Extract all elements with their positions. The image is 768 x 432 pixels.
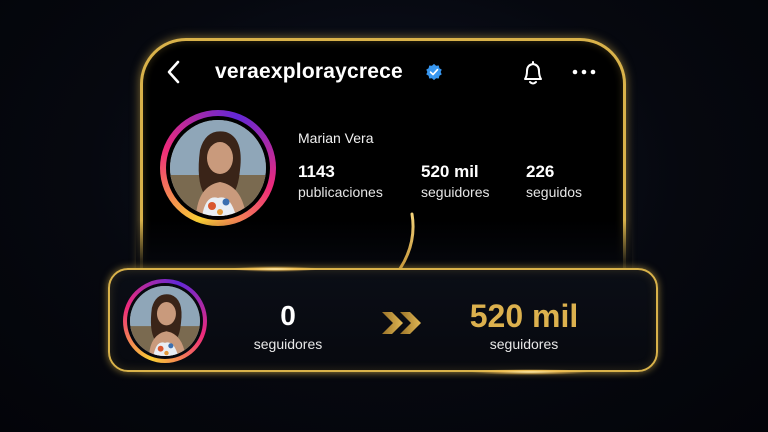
to-followers-label: seguidores <box>489 336 559 352</box>
stat-posts-value: 1143 <box>298 162 335 181</box>
card-avatar-gap <box>127 283 203 359</box>
profile-username: veraexploraycrece <box>215 60 403 83</box>
verified-badge-icon <box>426 63 442 81</box>
more-options-icon[interactable] <box>572 69 596 75</box>
profile-avatar[interactable] <box>160 110 276 226</box>
double-chevron-icon <box>382 312 421 334</box>
avatar-portrait-icon <box>170 120 266 216</box>
avatar-photo <box>170 120 266 216</box>
profile-display-name: Marian Vera <box>298 130 374 146</box>
from-followers-value: 0 <box>280 300 296 331</box>
avatar-gap <box>166 116 270 220</box>
card-avatar-photo <box>130 286 200 356</box>
to-followers-value: 520 mil <box>469 298 579 334</box>
stat-following-label[interactable]: seguidos <box>526 184 582 200</box>
card-avatar <box>123 279 207 363</box>
bell-icon[interactable] <box>519 59 547 87</box>
back-chevron-icon[interactable] <box>162 58 186 86</box>
stat-posts-label: publicaciones <box>298 184 383 200</box>
light-flare <box>470 369 590 375</box>
from-followers-label: seguidores <box>253 336 323 352</box>
stat-followers-label[interactable]: seguidores <box>421 184 490 200</box>
stat-followers-value[interactable]: 520 mil <box>421 162 479 182</box>
light-flare <box>230 266 320 272</box>
stat-following-value[interactable]: 226 <box>526 162 554 182</box>
card-avatar-portrait-icon <box>130 286 200 356</box>
